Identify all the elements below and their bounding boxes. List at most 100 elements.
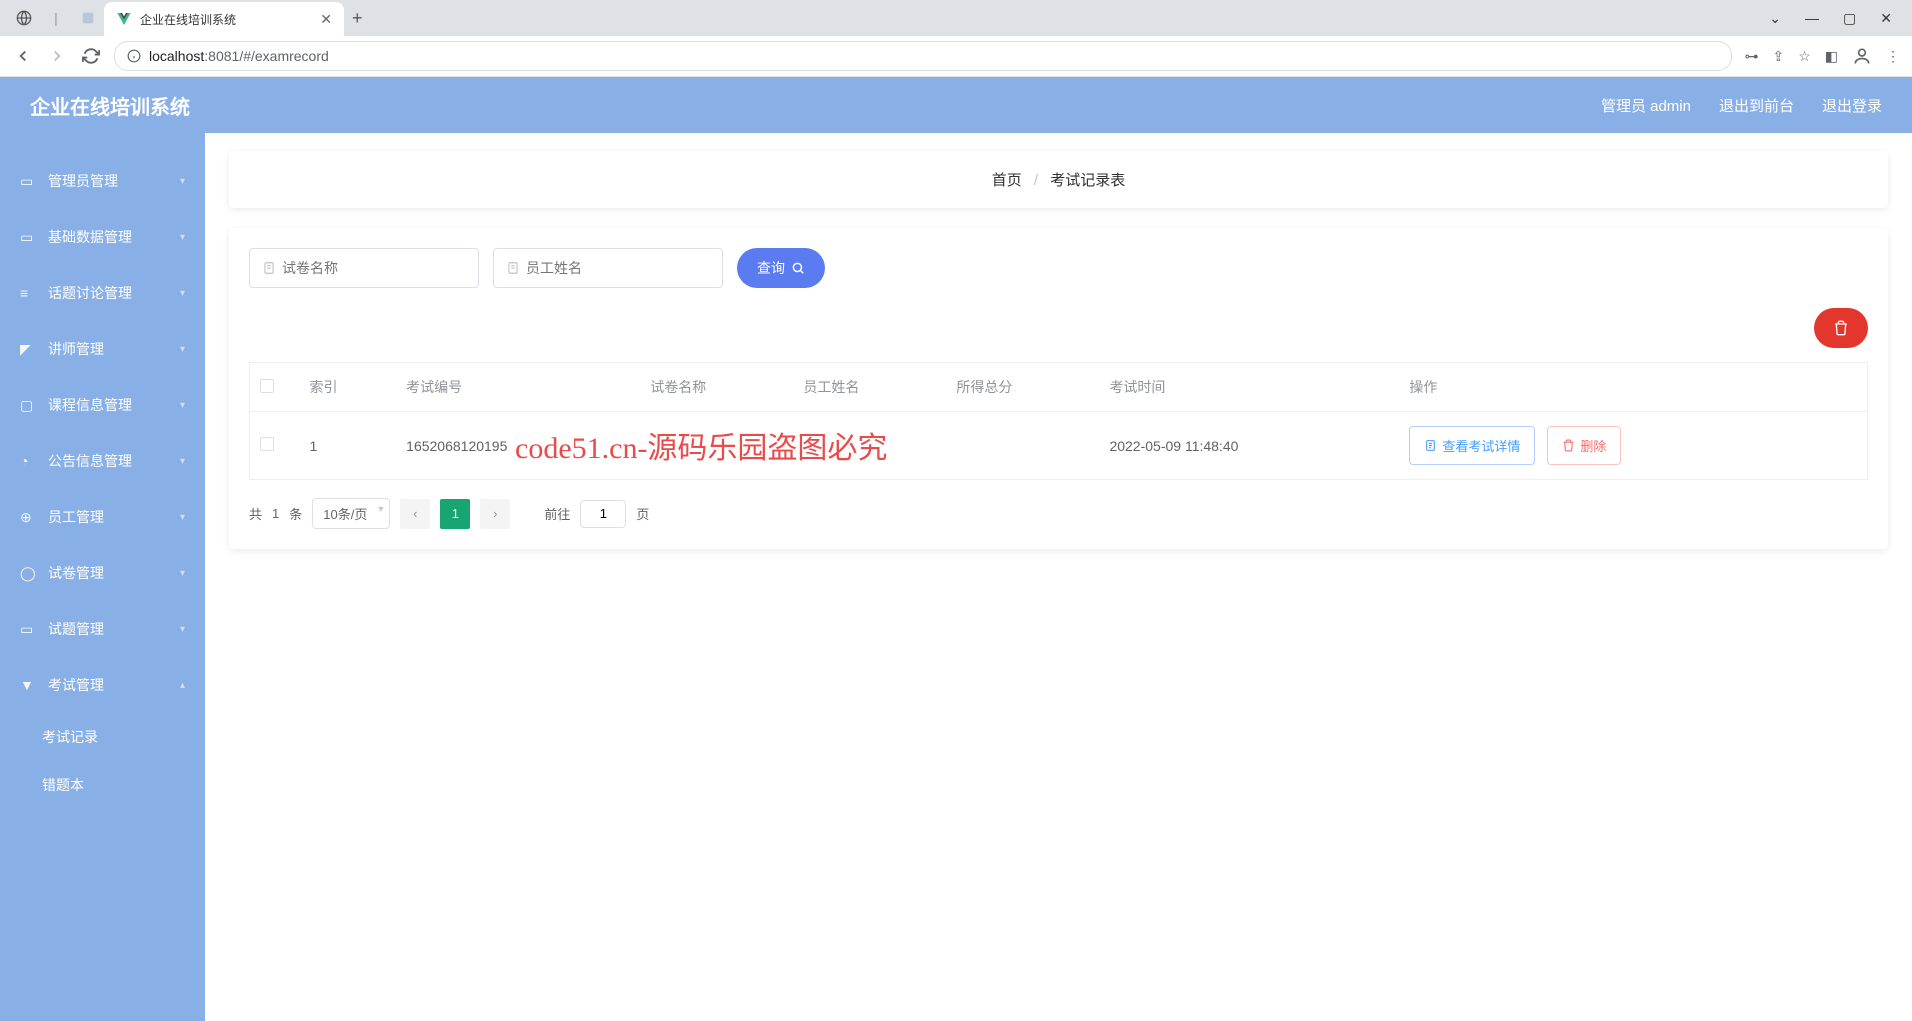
back-button[interactable] [12, 45, 34, 67]
sidebar-item-course[interactable]: ▢ 课程信息管理 ▾ [0, 377, 205, 433]
sidebar-item-label: 讲师管理 [48, 339, 104, 359]
sidebar-item-label: 考试管理 [48, 675, 104, 695]
chevron-down-icon: ▾ [180, 232, 185, 243]
goto-prefix: 前往 [544, 504, 570, 523]
tab-close-icon[interactable]: ✕ [320, 11, 332, 28]
browser-tab[interactable]: 企业在线培训系统 ✕ [104, 2, 344, 36]
chevron-down-icon: ▾ [180, 288, 185, 299]
chevron-down-icon: ▾ [180, 456, 185, 467]
sidebar-item-paper[interactable]: ◯ 试卷管理 ▾ [0, 545, 205, 601]
page-icon[interactable] [78, 8, 98, 28]
sidebar: ▭ 管理员管理 ▾ ▭ 基础数据管理 ▾ ≡ 话题讨论管理 ▾ ◤ 讲师管理 ▾… [0, 133, 205, 1021]
th-time: 考试时间 [1099, 363, 1399, 412]
breadcrumb: 首页 / 考试记录表 [229, 151, 1888, 208]
page-number-button[interactable]: 1 [440, 499, 470, 529]
reload-button[interactable] [80, 45, 102, 67]
sidebar-item-question[interactable]: ▭ 试题管理 ▾ [0, 601, 205, 657]
sidebar-subitem-wrongbook[interactable]: 错题本 [0, 761, 205, 809]
chevron-down-icon: ▾ [180, 624, 185, 635]
total-prefix: 共 [249, 504, 262, 523]
maximize-icon[interactable]: ▢ [1843, 10, 1856, 27]
exam-record-table: 索引 考试编号 试卷名称 员工姓名 所得总分 考试时间 操作 1 1652068… [249, 362, 1868, 480]
row-checkbox[interactable] [260, 437, 274, 451]
sidebar-item-label: 基础数据管理 [48, 227, 132, 247]
delete-row-button[interactable]: 删除 [1547, 426, 1621, 465]
chevron-down-icon[interactable]: ⌄ [1769, 10, 1781, 27]
th-employee: 员工姓名 [793, 363, 946, 412]
employee-name-input[interactable] [526, 260, 710, 276]
doc-icon: ▭ [20, 621, 38, 638]
chevron-down-icon: ▾ [180, 512, 185, 523]
sidebar-item-employee[interactable]: ⊕ 员工管理 ▾ [0, 489, 205, 545]
chevron-down-icon: ▾ [180, 568, 185, 579]
breadcrumb-home[interactable]: 首页 [992, 172, 1022, 189]
cell-employee [793, 412, 946, 480]
chevron-down-icon: ▾ [180, 400, 185, 411]
trash-icon [1833, 320, 1849, 336]
goto-page-input[interactable] [580, 500, 626, 528]
search-button-label: 查询 [757, 258, 785, 278]
view-detail-button[interactable]: 查看考试详情 [1409, 426, 1535, 465]
extension-icon[interactable]: ◧ [1825, 48, 1838, 65]
paper-name-input[interactable] [282, 260, 466, 276]
cell-time: 2022-05-09 11:48:40 [1099, 412, 1399, 480]
key-icon[interactable]: ⊶ [1744, 48, 1758, 65]
vue-favicon-icon [116, 11, 132, 27]
th-exam-no: 考试编号 [396, 363, 640, 412]
url-host: localhost [149, 48, 204, 64]
prev-page-button[interactable]: ‹ [400, 499, 430, 529]
sidebar-item-teacher[interactable]: ◤ 讲师管理 ▾ [0, 321, 205, 377]
select-all-checkbox[interactable] [260, 379, 274, 393]
sidebar-item-discussion[interactable]: ≡ 话题讨论管理 ▾ [0, 265, 205, 321]
chevron-down-icon: ▾ [180, 176, 185, 187]
sidebar-item-label: 公告信息管理 [48, 451, 132, 471]
chevron-up-icon: ▴ [180, 680, 185, 691]
paper-name-input-wrap [249, 248, 479, 288]
search-button[interactable]: 查询 [737, 248, 825, 288]
logout-link[interactable]: 退出登录 [1822, 95, 1882, 116]
menu-icon[interactable]: ⋮ [1886, 48, 1900, 65]
breadcrumb-current: 考试记录表 [1050, 172, 1125, 189]
sidebar-item-label: 试卷管理 [48, 563, 104, 583]
divider-icon: | [46, 8, 66, 28]
trash-icon [1562, 439, 1575, 452]
url-input[interactable]: localhost:8081/#/examrecord [114, 41, 1732, 71]
breadcrumb-separator: / [1034, 172, 1038, 189]
star-icon[interactable]: ☆ [1798, 48, 1811, 65]
forward-button[interactable] [46, 45, 68, 67]
app-header: 企业在线培训系统 管理员 admin 退出到前台 退出登录 [0, 77, 1912, 133]
globe-icon [14, 8, 34, 28]
minimize-icon[interactable]: — [1805, 10, 1819, 27]
tag-icon: ▼ [20, 677, 38, 693]
tab-title: 企业在线培训系统 [140, 11, 312, 28]
tab-bar: | 企业在线培训系统 ✕ + ⌄ — ▢ ✕ [0, 0, 1912, 36]
sidebar-item-label: 课程信息管理 [48, 395, 132, 415]
sidebar-item-label: 员工管理 [48, 507, 104, 527]
doc-icon [506, 261, 520, 275]
next-page-button[interactable]: › [480, 499, 510, 529]
sidebar-item-basicdata[interactable]: ▭ 基础数据管理 ▾ [0, 209, 205, 265]
th-ops: 操作 [1399, 363, 1867, 412]
cell-score [946, 412, 1099, 480]
share-icon[interactable]: ⇪ [1772, 48, 1784, 65]
list-icon: ≡ [20, 285, 38, 301]
window-controls: ⌄ — ▢ ✕ [1769, 10, 1912, 27]
sidebar-item-exam[interactable]: ▼ 考试管理 ▴ [0, 657, 205, 713]
detail-icon [1424, 439, 1437, 452]
page-size-select[interactable]: 10条/页 [312, 498, 390, 529]
sidebar-item-notice[interactable]: ◔ 公告信息管理 ▾ [0, 433, 205, 489]
sidebar-item-admin[interactable]: ▭ 管理员管理 ▾ [0, 153, 205, 209]
sidebar-subitem-examrecord[interactable]: 考试记录 [0, 713, 205, 761]
employee-name-input-wrap [493, 248, 723, 288]
bell-icon: ◔ [20, 453, 38, 469]
profile-icon[interactable] [1852, 46, 1872, 66]
new-tab-button[interactable]: + [352, 8, 363, 29]
cell-index: 1 [300, 412, 397, 480]
close-window-icon[interactable]: ✕ [1880, 10, 1892, 27]
batch-delete-button[interactable] [1814, 308, 1868, 348]
goto-front-link[interactable]: 退出到前台 [1719, 95, 1794, 116]
content-card: 查询 索引 考试编号 [229, 228, 1888, 549]
user-label[interactable]: 管理员 admin [1601, 95, 1691, 116]
sidebar-item-label: 管理员管理 [48, 171, 118, 191]
info-icon [127, 49, 141, 63]
